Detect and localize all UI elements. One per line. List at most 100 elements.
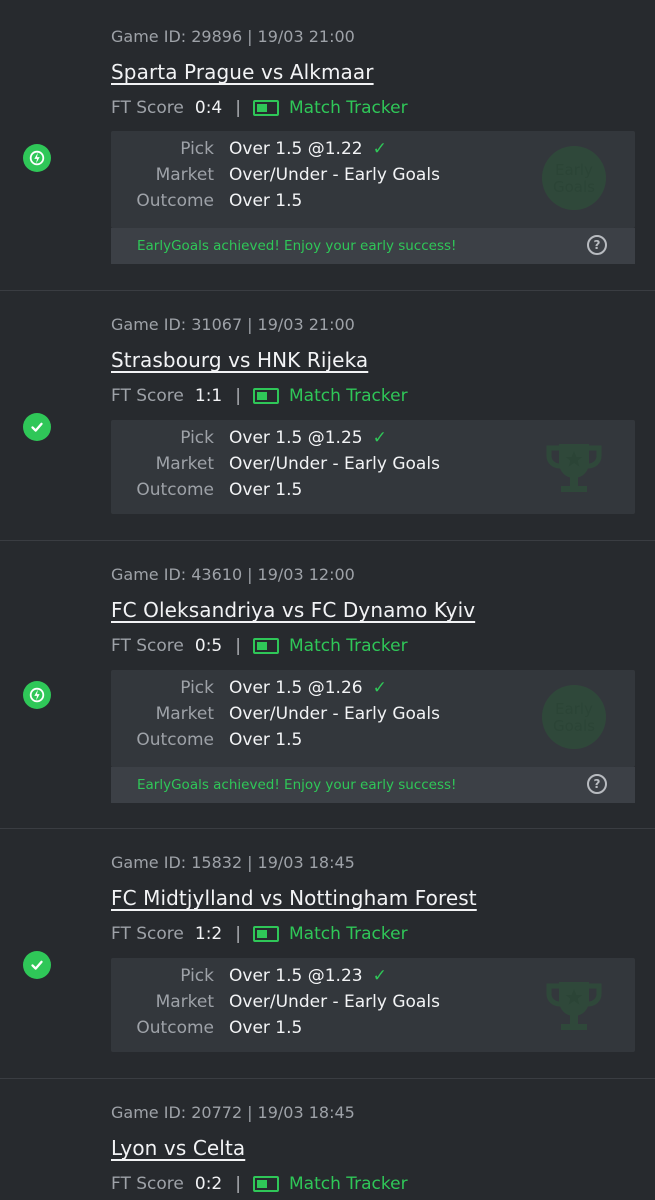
ft-score-value: 0:2 (194, 1174, 223, 1194)
ft-score-value: 1:2 (194, 924, 223, 944)
ft-score-label: FT Score (111, 98, 184, 118)
separator: | (247, 853, 253, 872)
game-meta: Game ID: 31067 | 19/03 21:00 (111, 315, 355, 334)
success-note: EarlyGoals achieved! Enjoy your early su… (111, 228, 635, 264)
outcome-value: Over 1.5 (229, 730, 303, 750)
score-line: FT Score 0:2 | Match Tracker (111, 1174, 408, 1194)
match-title-link[interactable]: Lyon vs Celta (111, 1136, 245, 1160)
trophy-icon (546, 982, 602, 1030)
match-tracker-link[interactable]: Match Tracker (289, 386, 408, 406)
game-id-label: Game ID: (111, 315, 187, 334)
score-line: FT Score 0:5 | Match Tracker (111, 636, 408, 656)
outcome-label: Outcome (136, 1018, 214, 1038)
ft-score-label: FT Score (111, 924, 184, 944)
game-id: 15832 (191, 853, 243, 872)
ft-score-label: FT Score (111, 1174, 184, 1194)
success-note-text: EarlyGoals achieved! Enjoy your early su… (137, 238, 457, 254)
game-datetime: 19/03 18:45 (257, 1103, 355, 1122)
ft-score-label: FT Score (111, 386, 184, 406)
match-tracker-link[interactable]: Match Tracker (289, 924, 408, 944)
lightning-icon (23, 144, 51, 172)
game-datetime: 19/03 21:00 (257, 27, 355, 46)
pick-label: Pick (180, 966, 214, 986)
match-feed: Game ID: 29896 | 19/03 21:00 Sparta Prague… (0, 0, 655, 1200)
pick-panel: Pick Over 1.5 @1.22 ✓ Market Over/Under -… (111, 131, 635, 228)
svg-text:EarlyGoals: Early Goals (553, 700, 595, 735)
help-icon[interactable]: ? (587, 235, 607, 255)
game-id: 20772 (191, 1103, 243, 1122)
match-tracker-icon[interactable] (252, 100, 279, 116)
game-meta: Game ID: 15832 | 19/03 18:45 (111, 853, 355, 872)
game-datetime: 19/03 21:00 (257, 315, 355, 334)
separator: | (235, 924, 241, 944)
match-card: Game ID: 20772 | 19/03 18:45 Lyon vs Celta… (0, 1079, 655, 1200)
check-icon: ✓ (372, 678, 387, 698)
market-label: Market (155, 992, 214, 1012)
pick-value: Over 1.5 @1.22 ✓ (229, 139, 387, 159)
game-id: 29896 (191, 27, 243, 46)
game-meta: Game ID: 43610 | 19/03 12:00 (111, 565, 355, 584)
pick-panel: Pick Over 1.5 @1.23 ✓ Market Over/Under -… (111, 958, 635, 1052)
market-label: Market (155, 165, 214, 185)
check-icon: ✓ (372, 139, 387, 159)
trophy-icon (546, 444, 602, 492)
pick-label: Pick (180, 139, 214, 159)
market-value: Over/Under - Early Goals (229, 704, 440, 724)
match-tracker-icon[interactable] (252, 638, 279, 654)
game-id-label: Game ID: (111, 1103, 187, 1122)
pick-label: Pick (180, 428, 214, 448)
match-tracker-icon[interactable] (252, 388, 279, 404)
game-id-label: Game ID: (111, 853, 187, 872)
match-title-link[interactable]: FC Oleksandriya vs FC Dynamo Kyiv (111, 598, 475, 622)
pick-label: Pick (180, 678, 214, 698)
ft-score-value: 0:4 (194, 98, 223, 118)
check-icon: ✓ (372, 966, 387, 986)
check-circle-icon (23, 413, 51, 441)
match-card: Game ID: 15832 | 19/03 18:45 FC Midtjyllan… (0, 829, 655, 1079)
score-line: FT Score 0:4 | Match Tracker (111, 98, 408, 118)
market-value: Over/Under - Early Goals (229, 454, 440, 474)
match-tracker-link[interactable]: Match Tracker (289, 98, 408, 118)
game-meta: Game ID: 20772 | 19/03 18:45 (111, 1103, 355, 1122)
separator: | (247, 315, 253, 334)
game-id-label: Game ID: (111, 27, 187, 46)
separator: | (247, 565, 253, 584)
separator: | (235, 98, 241, 118)
match-title-link[interactable]: Sparta Prague vs Alkmaar (111, 60, 374, 84)
pick-value: Over 1.5 @1.25 ✓ (229, 428, 387, 448)
game-id: 31067 (191, 315, 243, 334)
check-icon: ✓ (372, 428, 387, 448)
match-card: Game ID: 31067 | 19/03 21:00 Strasbourg vs… (0, 291, 655, 541)
ft-score-value: 1:1 (194, 386, 223, 406)
check-circle-icon (23, 951, 51, 979)
market-value: Over/Under - Early Goals (229, 992, 440, 1012)
outcome-value: Over 1.5 (229, 1018, 303, 1038)
separator: | (247, 27, 253, 46)
ft-score-value: 0:5 (194, 636, 223, 656)
outcome-label: Outcome (136, 191, 214, 211)
match-title-link[interactable]: FC Midtjylland vs Nottingham Forest (111, 886, 477, 910)
help-icon[interactable]: ? (587, 774, 607, 794)
early-goals-watermark-icon: Early Goals (542, 685, 606, 749)
game-datetime: 19/03 12:00 (257, 565, 355, 584)
game-id-label: Game ID: (111, 565, 187, 584)
score-line: FT Score 1:2 | Match Tracker (111, 924, 408, 944)
game-datetime: 19/03 18:45 (257, 853, 355, 872)
market-label: Market (155, 454, 214, 474)
match-tracker-icon[interactable] (252, 926, 279, 942)
outcome-label: Outcome (136, 730, 214, 750)
market-value: Over/Under - Early Goals (229, 165, 440, 185)
match-tracker-link[interactable]: Match Tracker (289, 636, 408, 656)
success-note: EarlyGoals achieved! Enjoy your early su… (111, 767, 635, 803)
match-card: Game ID: 29896 | 19/03 21:00 Sparta Prague… (0, 0, 655, 291)
match-tracker-icon[interactable] (252, 1176, 279, 1192)
game-id: 43610 (191, 565, 243, 584)
match-title-link[interactable]: Strasbourg vs HNK Rijeka (111, 348, 368, 372)
svg-text:EarlyGoals: Early Goals (553, 161, 595, 196)
pick-value: Over 1.5 @1.26 ✓ (229, 678, 387, 698)
success-note-text: EarlyGoals achieved! Enjoy your early su… (137, 777, 457, 793)
ft-score-label: FT Score (111, 636, 184, 656)
score-line: FT Score 1:1 | Match Tracker (111, 386, 408, 406)
match-tracker-link[interactable]: Match Tracker (289, 1174, 408, 1194)
market-label: Market (155, 704, 214, 724)
